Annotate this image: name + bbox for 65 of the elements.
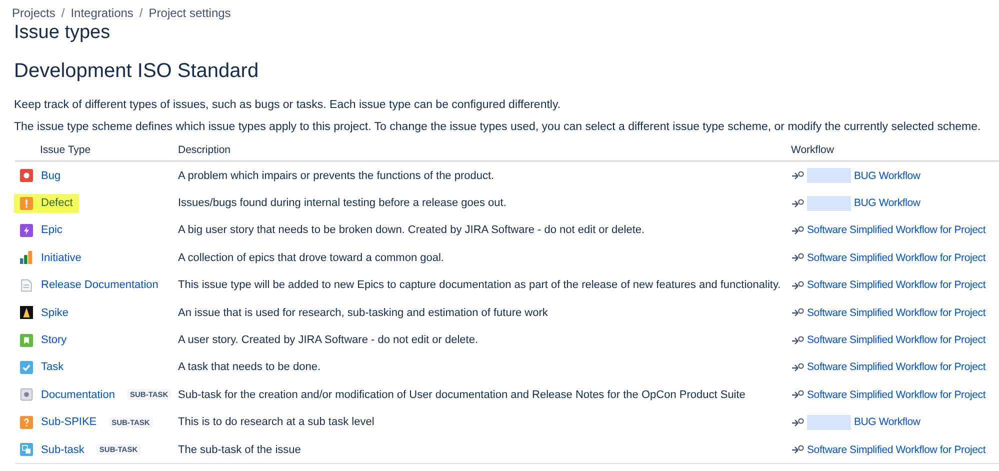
issue-type-link[interactable]: Defect (41, 197, 73, 210)
spike-icon (20, 306, 33, 320)
workflow-link[interactable]: Software Simplified Workflow for Project (807, 388, 986, 401)
workflow-icon (791, 444, 804, 456)
subtask-icon (20, 443, 33, 456)
table-cell: The sub-task of the issue (178, 444, 301, 456)
scheme-title: Development ISO Standard (14, 60, 260, 83)
workflow-icon (791, 198, 804, 209)
workflow-icon (791, 416, 804, 428)
workflow-icon (791, 170, 804, 182)
issue-type-link[interactable]: Documentation (41, 388, 115, 401)
table-cell: A collection of epics that drove toward a common goal. (178, 252, 444, 264)
workflow-link[interactable]: Software Simplified Workflow for Project (807, 252, 986, 264)
workflow-link[interactable]: Software Simplified Workflow for Project (807, 444, 986, 456)
workflow-link[interactable]: Software Simplified Workflow for Project (807, 224, 986, 236)
breadcrumb-link[interactable]: Projects (12, 6, 56, 20)
workflow-link[interactable]: Software Simplified Workflow for Project (807, 279, 986, 292)
workflow-link[interactable]: Software Simplified Workflow for Project (807, 306, 986, 319)
bar-chart-icon (20, 251, 33, 264)
workflow-icon (791, 334, 804, 346)
issue-type-link[interactable]: Initiative (41, 252, 82, 264)
workflow-link[interactable]: BUG Workflow (854, 416, 920, 428)
workflow-link[interactable]: BUG Workflow (854, 170, 920, 182)
issue-type-link[interactable]: Epic (41, 224, 62, 236)
table-cell: This issue type will be added to new Epics to capture documentation as part of the release of new features and functionality. (178, 279, 781, 292)
workflow-icon (791, 252, 804, 264)
workflow-icon (791, 362, 804, 373)
breadcrumb-link[interactable]: Project settings (148, 6, 231, 20)
workflow-icon (791, 389, 804, 400)
table-cell: This is to do research at a sub task level (178, 416, 374, 428)
bug-icon (20, 169, 33, 182)
breadcrumb-separator: / (139, 6, 143, 20)
issue-type-link[interactable]: Task (41, 361, 64, 374)
table-cell: A user story. Created by JIRA Software - do not edit or delete. (178, 334, 478, 346)
description-text: Keep track of different types of issues, such as bugs or tasks. Each issue type can be configured differently. (14, 99, 562, 111)
workflow-icon (791, 307, 804, 318)
question-icon (20, 416, 33, 429)
table-cell: A task that needs to be done. (178, 361, 320, 374)
issue-type-link[interactable]: Sub-SPIKE (41, 416, 97, 428)
description-text: The issue type scheme defines which issue types apply to this project. To change the issue types used, you can select a different issue type scheme, or modify the currently selected scheme. (14, 121, 982, 133)
table-cell: A problem which impairs or prevents the functions of the product. (178, 170, 494, 182)
breadcrumb-link[interactable]: Integrations (70, 6, 134, 20)
column-header: Issue Type (39, 144, 92, 156)
column-header: Workflow (791, 144, 835, 156)
workflow-link[interactable]: Software Simplified Workflow for Project (807, 361, 986, 374)
bookmark-icon (20, 334, 33, 347)
column-header: Description (178, 144, 232, 156)
workflow-link[interactable]: BUG Workflow (854, 197, 920, 210)
issue-type-link[interactable]: Bug (41, 170, 61, 182)
issue-type-link[interactable]: Story (41, 334, 67, 346)
issue-type-link[interactable]: Sub-task (41, 444, 84, 456)
table-cell: An issue that is used for research, sub-tasking and estimation of future work (178, 306, 548, 319)
issue-type-link[interactable]: Spike (41, 306, 69, 319)
table-cell: Sub-task for the creation and/or modification of User documentation and Release Notes for the OpCon Product Suite (178, 388, 746, 401)
checkmark-icon (20, 360, 33, 374)
warning-icon (20, 196, 33, 210)
breadcrumb-separator: / (61, 6, 65, 20)
issue-type-link[interactable]: Release Documentation (41, 279, 158, 292)
table-cell: Issues/bugs found during internal testing before a release goes out. (178, 197, 506, 210)
page-title: Issue types (14, 22, 112, 44)
workflow-icon (791, 224, 804, 236)
workflow-link[interactable]: Software Simplified Workflow for Project (807, 334, 986, 346)
table-cell: A big user story that needs to be broken down. Created by JIRA Software - do not edit or delete. (178, 224, 645, 236)
workflow-icon (791, 280, 804, 291)
lightning-icon (20, 224, 33, 237)
